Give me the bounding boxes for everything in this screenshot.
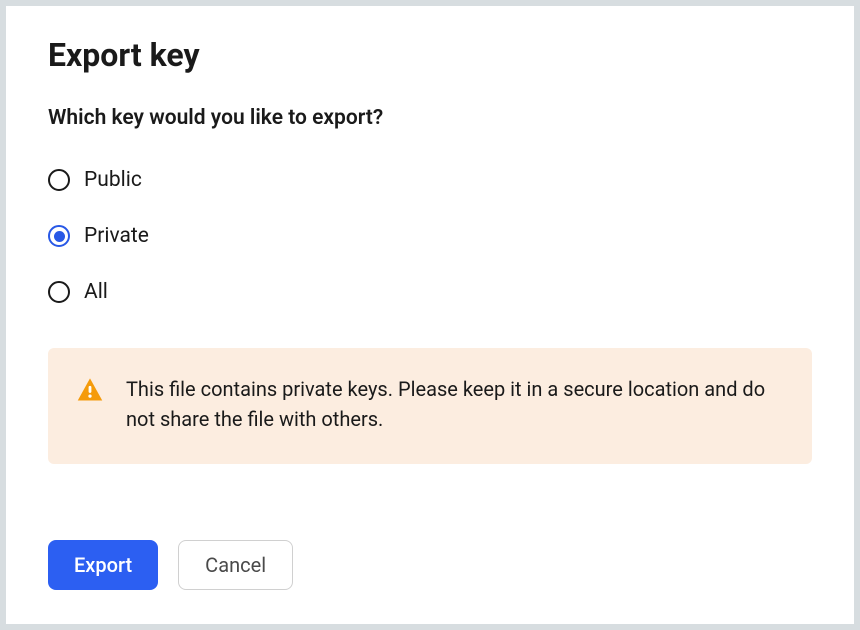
radio-icon: [48, 169, 70, 191]
radio-label-all: All: [84, 280, 108, 304]
dialog-title: Export key: [48, 36, 812, 74]
dialog-question: Which key would you like to export?: [48, 106, 812, 130]
dialog-button-row: Export Cancel: [48, 540, 812, 590]
radio-option-public[interactable]: Public: [48, 168, 812, 192]
export-key-dialog: Export key Which key would you like to e…: [6, 6, 854, 624]
radio-option-all[interactable]: All: [48, 280, 812, 304]
warning-icon: [76, 376, 104, 404]
radio-label-public: Public: [84, 168, 142, 192]
radio-icon: [48, 281, 70, 303]
key-type-radio-group: Public Private All: [48, 168, 812, 304]
export-button[interactable]: Export: [48, 540, 158, 590]
radio-icon: [48, 225, 70, 247]
cancel-button[interactable]: Cancel: [178, 540, 293, 590]
radio-label-private: Private: [84, 224, 149, 248]
radio-option-private[interactable]: Private: [48, 224, 812, 248]
warning-text: This file contains private keys. Please …: [126, 374, 784, 434]
warning-banner: This file contains private keys. Please …: [48, 348, 812, 464]
